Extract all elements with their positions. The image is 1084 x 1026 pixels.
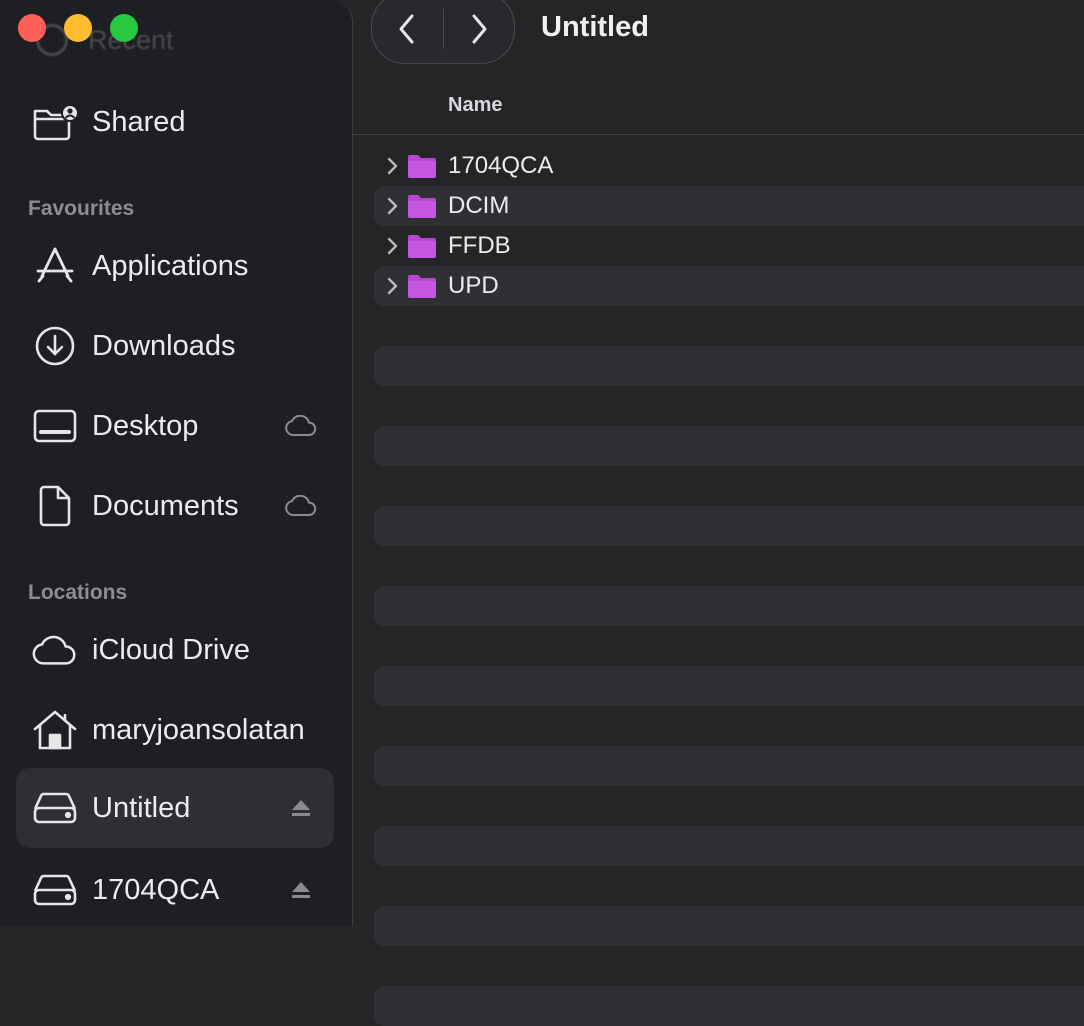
window-controls bbox=[18, 14, 138, 42]
folder-icon bbox=[407, 193, 437, 219]
sidebar-item-desktop[interactable]: Desktop bbox=[16, 386, 334, 466]
file-list: 1704QCA DCIM FFDB UPD bbox=[374, 146, 1084, 1026]
sidebar-item-label: iCloud Drive bbox=[92, 633, 250, 666]
empty-row bbox=[374, 946, 1084, 986]
forward-button[interactable] bbox=[444, 1, 514, 57]
empty-row bbox=[374, 386, 1084, 426]
empty-row bbox=[374, 546, 1084, 586]
sidebar-item-icloud-drive[interactable]: iCloud Drive bbox=[16, 610, 334, 690]
empty-row bbox=[374, 746, 1084, 786]
empty-row bbox=[374, 586, 1084, 626]
sidebar-item-home[interactable]: maryjoansolatan bbox=[16, 690, 334, 770]
home-icon bbox=[32, 707, 78, 753]
empty-row bbox=[374, 706, 1084, 746]
file-name: UPD bbox=[448, 272, 499, 299]
chevron-left-icon bbox=[399, 14, 414, 44]
minimize-window-button[interactable] bbox=[64, 14, 92, 42]
column-header-name[interactable]: Name bbox=[448, 94, 502, 117]
close-window-button[interactable] bbox=[18, 14, 46, 42]
sidebar-item-applications[interactable]: Applications bbox=[16, 226, 334, 306]
empty-row bbox=[374, 866, 1084, 906]
main-content: Untitled Name 1704QCA DCIM FFDB UPD bbox=[353, 0, 1084, 1026]
list-item-ffdb[interactable]: FFDB bbox=[374, 226, 1084, 266]
file-name: FFDB bbox=[448, 232, 511, 259]
sidebar-item-1704qca[interactable]: 1704QCA bbox=[16, 850, 334, 926]
sidebar-heading-favourites: Favourites bbox=[28, 197, 135, 220]
empty-row bbox=[374, 306, 1084, 346]
navigation-buttons bbox=[371, 0, 515, 64]
empty-row bbox=[374, 826, 1084, 866]
disclosure-chevron-icon[interactable] bbox=[384, 156, 400, 176]
sidebar-item-untitled[interactable]: Untitled bbox=[16, 768, 334, 848]
file-name: 1704QCA bbox=[448, 152, 554, 179]
list-item-upd[interactable]: UPD bbox=[374, 266, 1084, 306]
sidebar-item-label: Untitled bbox=[92, 791, 191, 824]
sidebar-heading-locations: Locations bbox=[28, 581, 128, 604]
icloud-status-icon[interactable] bbox=[284, 489, 318, 523]
window-title: Untitled bbox=[541, 11, 649, 43]
column-header-row: Name bbox=[353, 80, 1084, 135]
empty-row bbox=[374, 506, 1084, 546]
file-name: DCIM bbox=[448, 192, 510, 219]
folder-icon bbox=[407, 273, 437, 299]
disclosure-chevron-icon[interactable] bbox=[384, 236, 400, 256]
sidebar-item-label: 1704QCA bbox=[92, 873, 220, 906]
sidebar-item-label: Applications bbox=[92, 249, 249, 282]
shared-folder-icon bbox=[32, 99, 78, 145]
sidebar-item-label: maryjoansolatan bbox=[92, 713, 305, 746]
drive-icon bbox=[32, 867, 78, 913]
sidebar-item-label: Downloads bbox=[92, 329, 236, 362]
sidebar-item-label: Desktop bbox=[92, 409, 199, 442]
empty-row bbox=[374, 426, 1084, 466]
sidebar-item-documents[interactable]: Documents bbox=[16, 466, 334, 546]
cloud-icon bbox=[32, 627, 78, 673]
applications-icon bbox=[32, 243, 78, 289]
sidebar-item-shared[interactable]: Shared bbox=[16, 82, 334, 162]
empty-row bbox=[374, 346, 1084, 386]
eject-icon[interactable] bbox=[284, 791, 318, 825]
folder-icon bbox=[407, 153, 437, 179]
disclosure-chevron-icon[interactable] bbox=[384, 196, 400, 216]
back-button[interactable] bbox=[372, 1, 442, 57]
sidebar-item-label: Documents bbox=[92, 489, 239, 522]
icloud-status-icon[interactable] bbox=[284, 409, 318, 443]
empty-row bbox=[374, 626, 1084, 666]
empty-row bbox=[374, 666, 1084, 706]
empty-row bbox=[374, 466, 1084, 506]
empty-row bbox=[374, 986, 1084, 1026]
sidebar-item-label: Shared bbox=[92, 105, 186, 138]
list-item-dcim[interactable]: DCIM bbox=[374, 186, 1084, 226]
eject-icon[interactable] bbox=[284, 873, 318, 907]
sidebar-item-downloads[interactable]: Downloads bbox=[16, 306, 334, 386]
maximize-window-button[interactable] bbox=[110, 14, 138, 42]
chevron-right-icon bbox=[472, 14, 487, 44]
drive-icon bbox=[32, 785, 78, 831]
desktop-icon bbox=[32, 403, 78, 449]
sidebar: Recent Shared Favourites Applic bbox=[0, 0, 353, 926]
empty-row bbox=[374, 786, 1084, 826]
list-item-1704qca[interactable]: 1704QCA bbox=[374, 146, 1084, 186]
download-circle-icon bbox=[32, 323, 78, 369]
empty-row bbox=[374, 906, 1084, 946]
folder-icon bbox=[407, 233, 437, 259]
disclosure-chevron-icon[interactable] bbox=[384, 276, 400, 296]
document-icon bbox=[32, 483, 78, 529]
